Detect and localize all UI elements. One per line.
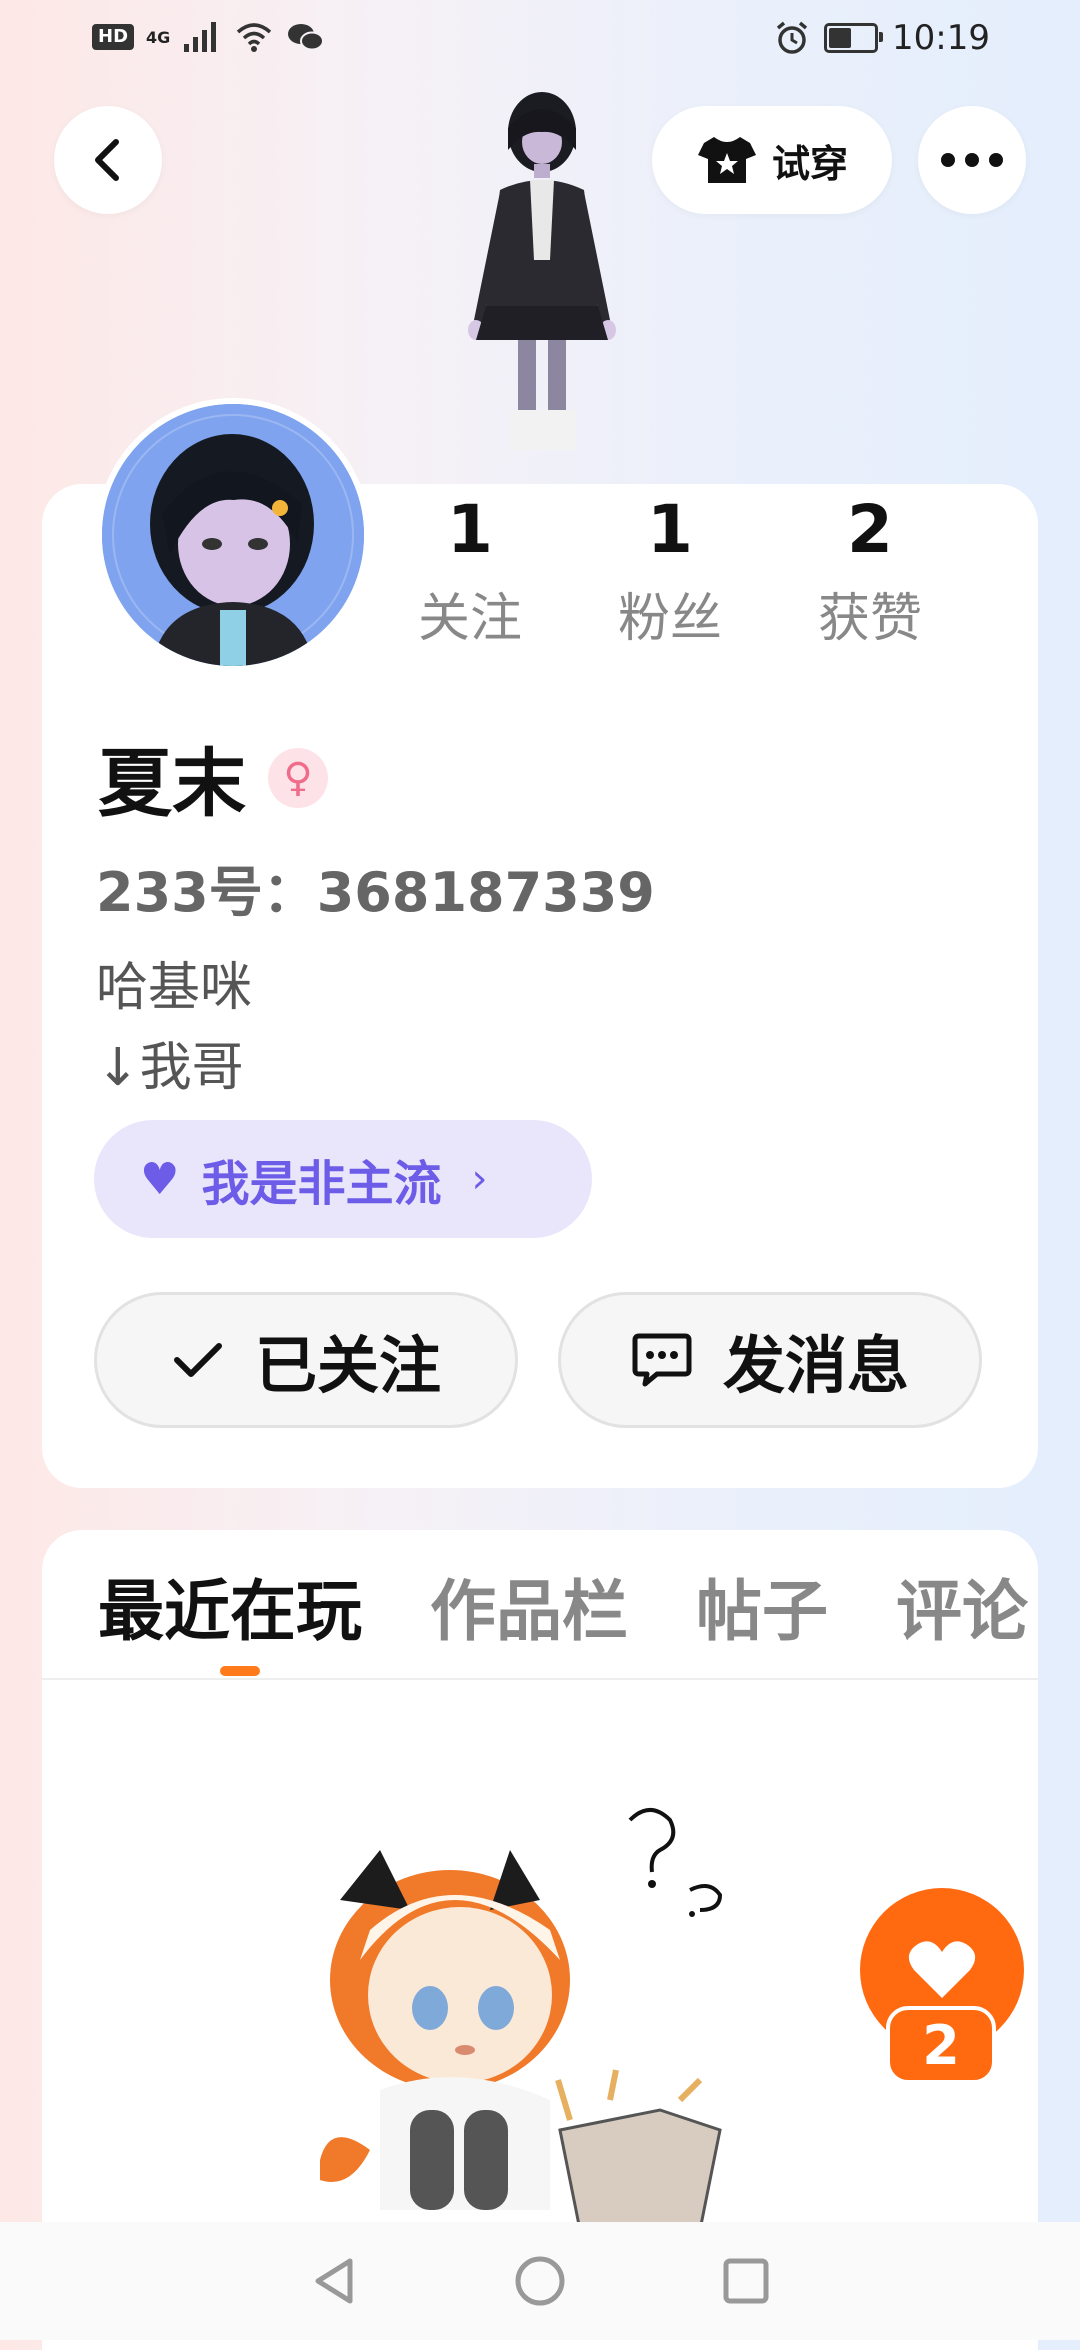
tab-recently-played[interactable]: 最近在玩 (98, 1558, 362, 1654)
system-nav-bar (0, 2222, 1080, 2340)
wifi-icon (237, 23, 272, 52)
wechat-icon (288, 24, 325, 51)
username: 夏末 (98, 741, 246, 827)
followers-count: 1 (647, 491, 693, 568)
username-row: 夏末 ♀ (98, 724, 328, 831)
tab-works[interactable]: 作品栏 (430, 1558, 628, 1654)
likes-label: 获赞 (817, 589, 922, 649)
check-icon (173, 1343, 222, 1377)
message-label: 发消息 (722, 1329, 909, 1402)
back-button[interactable] (54, 106, 162, 214)
more-button[interactable] (918, 106, 1026, 214)
following-count: 1 (447, 491, 493, 568)
try-on-label: 试穿 (771, 141, 848, 186)
shirt-star-icon (697, 137, 756, 183)
try-on-button[interactable]: 试穿 (652, 106, 892, 214)
empty-state-illustration (320, 1808, 723, 2230)
status-bar: HD 4G 10:19 (0, 0, 1080, 84)
avatar-image (102, 404, 364, 666)
chevron-right-icon: › (471, 1156, 488, 1202)
character-model-image (468, 92, 616, 450)
tabs-divider (42, 1678, 1038, 1680)
avatar[interactable] (96, 398, 370, 672)
stat-likes[interactable]: 2 获赞 (770, 490, 970, 651)
more-dots-icon (941, 153, 1003, 167)
tab-comments[interactable]: 评论 (896, 1558, 1028, 1654)
identity-tag[interactable]: ♥ 我是非主流 › (94, 1120, 592, 1238)
hd-badge: HD (92, 24, 135, 50)
network-label: 4G (146, 27, 171, 47)
chat-bubble-icon (632, 1333, 692, 1387)
bio-line: 哈基咪 (96, 958, 253, 1018)
followed-label: 已关注 (254, 1329, 441, 1402)
stat-followers[interactable]: 1 粉丝 (570, 490, 770, 651)
tab-bar: 最近在玩 作品栏 帖子 评论 (98, 1558, 1038, 1654)
battery-level (829, 28, 851, 48)
followers-label: 粉丝 (617, 589, 722, 649)
tab-indicator (220, 1666, 260, 1676)
identity-tag-label: 我是非主流 (201, 1156, 442, 1212)
heart-icon: ♥ (140, 1153, 180, 1205)
likes-count: 2 (847, 491, 893, 568)
battery-icon (824, 23, 884, 53)
nav-back-icon[interactable] (306, 2253, 362, 2309)
like-count-badge: 2 (886, 2006, 996, 2084)
alarm-icon (776, 21, 808, 54)
bio-line: ↓我哥 (96, 1038, 244, 1098)
nav-home-icon[interactable] (512, 2253, 568, 2309)
following-label: 关注 (417, 589, 522, 649)
chevron-left-icon (95, 139, 119, 181)
status-right: 10:19 (774, 18, 990, 58)
status-time: 10:19 (892, 18, 990, 58)
heart-icon (908, 1941, 976, 1998)
message-button[interactable]: 发消息 (558, 1292, 982, 1428)
female-icon: ♀ (268, 747, 328, 808)
profile-stats: 1 关注 1 粉丝 2 获赞 (370, 490, 970, 651)
user-id: 233号：368187339 (96, 861, 655, 924)
followed-button[interactable]: 已关注 (94, 1292, 518, 1428)
status-left: HD 4G (92, 20, 326, 54)
tab-posts[interactable]: 帖子 (696, 1558, 828, 1654)
nav-recents-icon[interactable] (718, 2253, 774, 2309)
stat-following[interactable]: 1 关注 (370, 490, 570, 651)
signal-icon (184, 22, 217, 52)
bio: 哈基咪 ↓我哥 (96, 948, 252, 1108)
